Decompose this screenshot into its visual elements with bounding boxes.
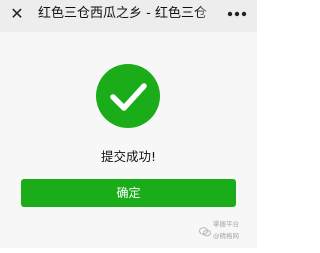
page-title: 红色三仓西瓜之乡 - 红色三仓 xyxy=(38,6,207,21)
wechat-logo-icon xyxy=(199,227,211,237)
watermark-line-1: 掌握平台 xyxy=(213,220,239,228)
close-icon[interactable]: ✕ xyxy=(9,4,25,24)
watermark: 掌握平台 @精格网 xyxy=(199,219,253,245)
more-dots-icon[interactable] xyxy=(226,7,248,21)
success-message: 提交成功! xyxy=(100,149,156,164)
watermark-line-2: @精格网 xyxy=(213,232,239,240)
page: ✕ 红色三仓西瓜之乡 - 红色三仓 提交成功! 确定 掌握平台 @精格网 xyxy=(0,0,257,253)
result-panel: 提交成功! 确定 xyxy=(0,32,257,248)
check-circle-icon xyxy=(96,64,160,128)
nav-bar: ✕ 红色三仓西瓜之乡 - 红色三仓 xyxy=(0,0,257,32)
confirm-button[interactable]: 确定 xyxy=(21,179,236,207)
